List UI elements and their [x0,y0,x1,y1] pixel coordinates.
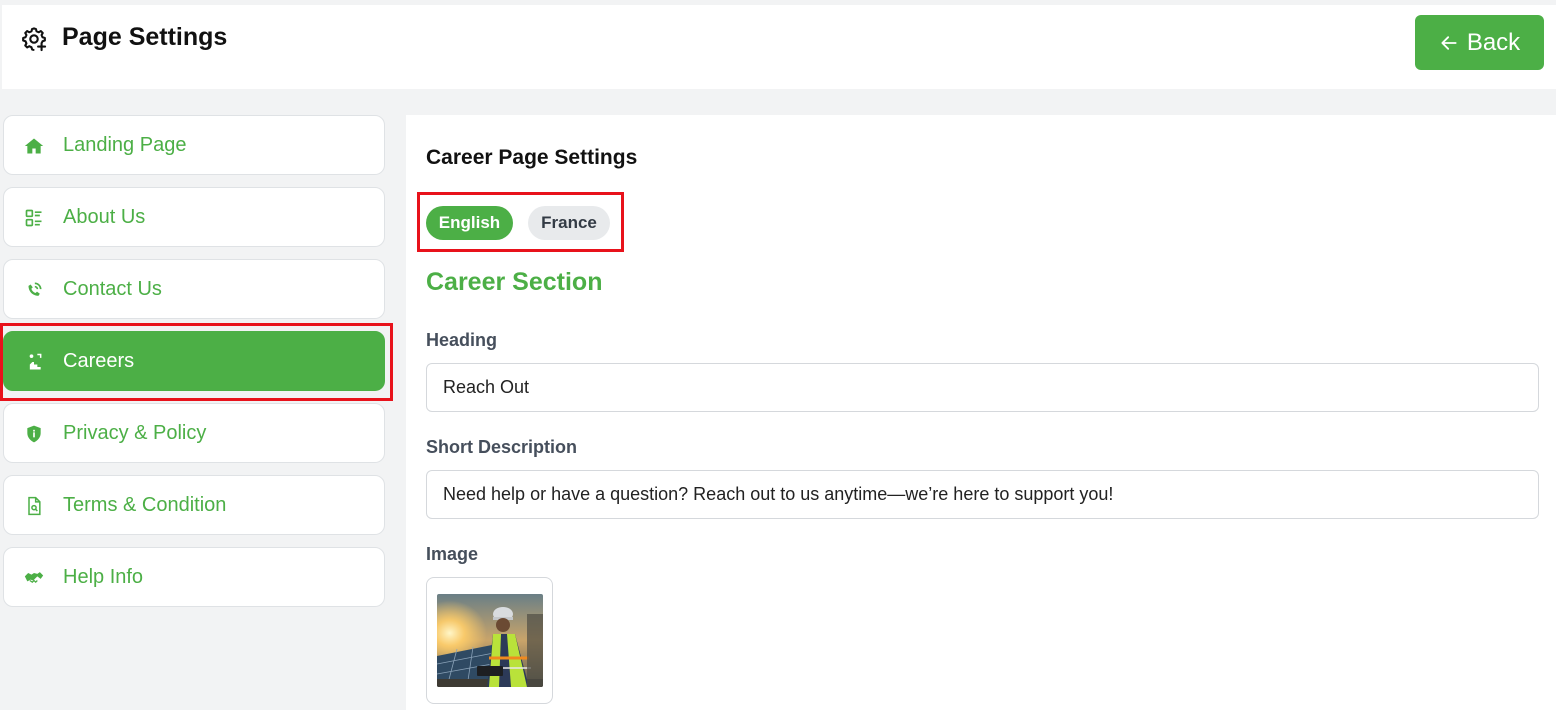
sidebar-item-label: About Us [63,205,146,228]
sidebar-item-label: Help Info [63,565,144,588]
back-button[interactable]: Back [1415,15,1544,70]
home-icon [24,136,44,156]
heading-input[interactable] [426,363,1539,412]
sidebar-item-label: Landing Page [63,133,187,156]
career-image-thumbnail [437,594,543,687]
shield-info-icon [24,424,44,444]
gear-plus-icon [20,25,48,53]
sidebar-item-privacy-policy[interactable]: Privacy & Policy [3,403,385,463]
sidebar-item-about-us[interactable]: About Us [3,187,385,247]
sidebar-item-label: Contact Us [63,277,162,300]
list-icon [24,208,44,228]
section-title: Career Section [426,268,603,296]
heading-label: Heading [426,330,498,350]
tab-france[interactable]: France [528,206,610,240]
page-header: Page Settings Back [2,5,1556,89]
tab-english[interactable]: English [426,206,513,240]
sidebar-item-help-info[interactable]: Help Info [3,547,385,607]
image-upload[interactable] [426,577,553,704]
sidebar-item-contact-us[interactable]: Contact Us [3,259,385,319]
career-climb-icon [24,352,44,372]
sidebar-item-label: Careers [63,349,135,372]
phone-signal-icon [24,280,44,300]
panel-title: Career Page Settings [426,146,638,169]
main-panel: Career Page Settings English France Care… [406,115,1556,710]
sidebar-item-label: Terms & Condition [63,493,227,516]
short-description-label: Short Description [426,437,578,457]
handshake-icon [24,568,44,588]
back-button-label: Back [1466,28,1521,56]
sidebar-item-landing-page[interactable]: Landing Page [3,115,385,175]
short-description-input[interactable] [426,470,1539,519]
document-search-icon [24,496,44,516]
image-label: Image [426,544,479,564]
sidebar-item-careers[interactable]: Careers [3,331,385,391]
sidebar-item-label: Privacy & Policy [63,421,207,444]
arrow-left-icon [1441,35,1457,50]
sidebar-item-terms-condition[interactable]: Terms & Condition [3,475,385,535]
page-title: Page Settings [62,23,228,51]
